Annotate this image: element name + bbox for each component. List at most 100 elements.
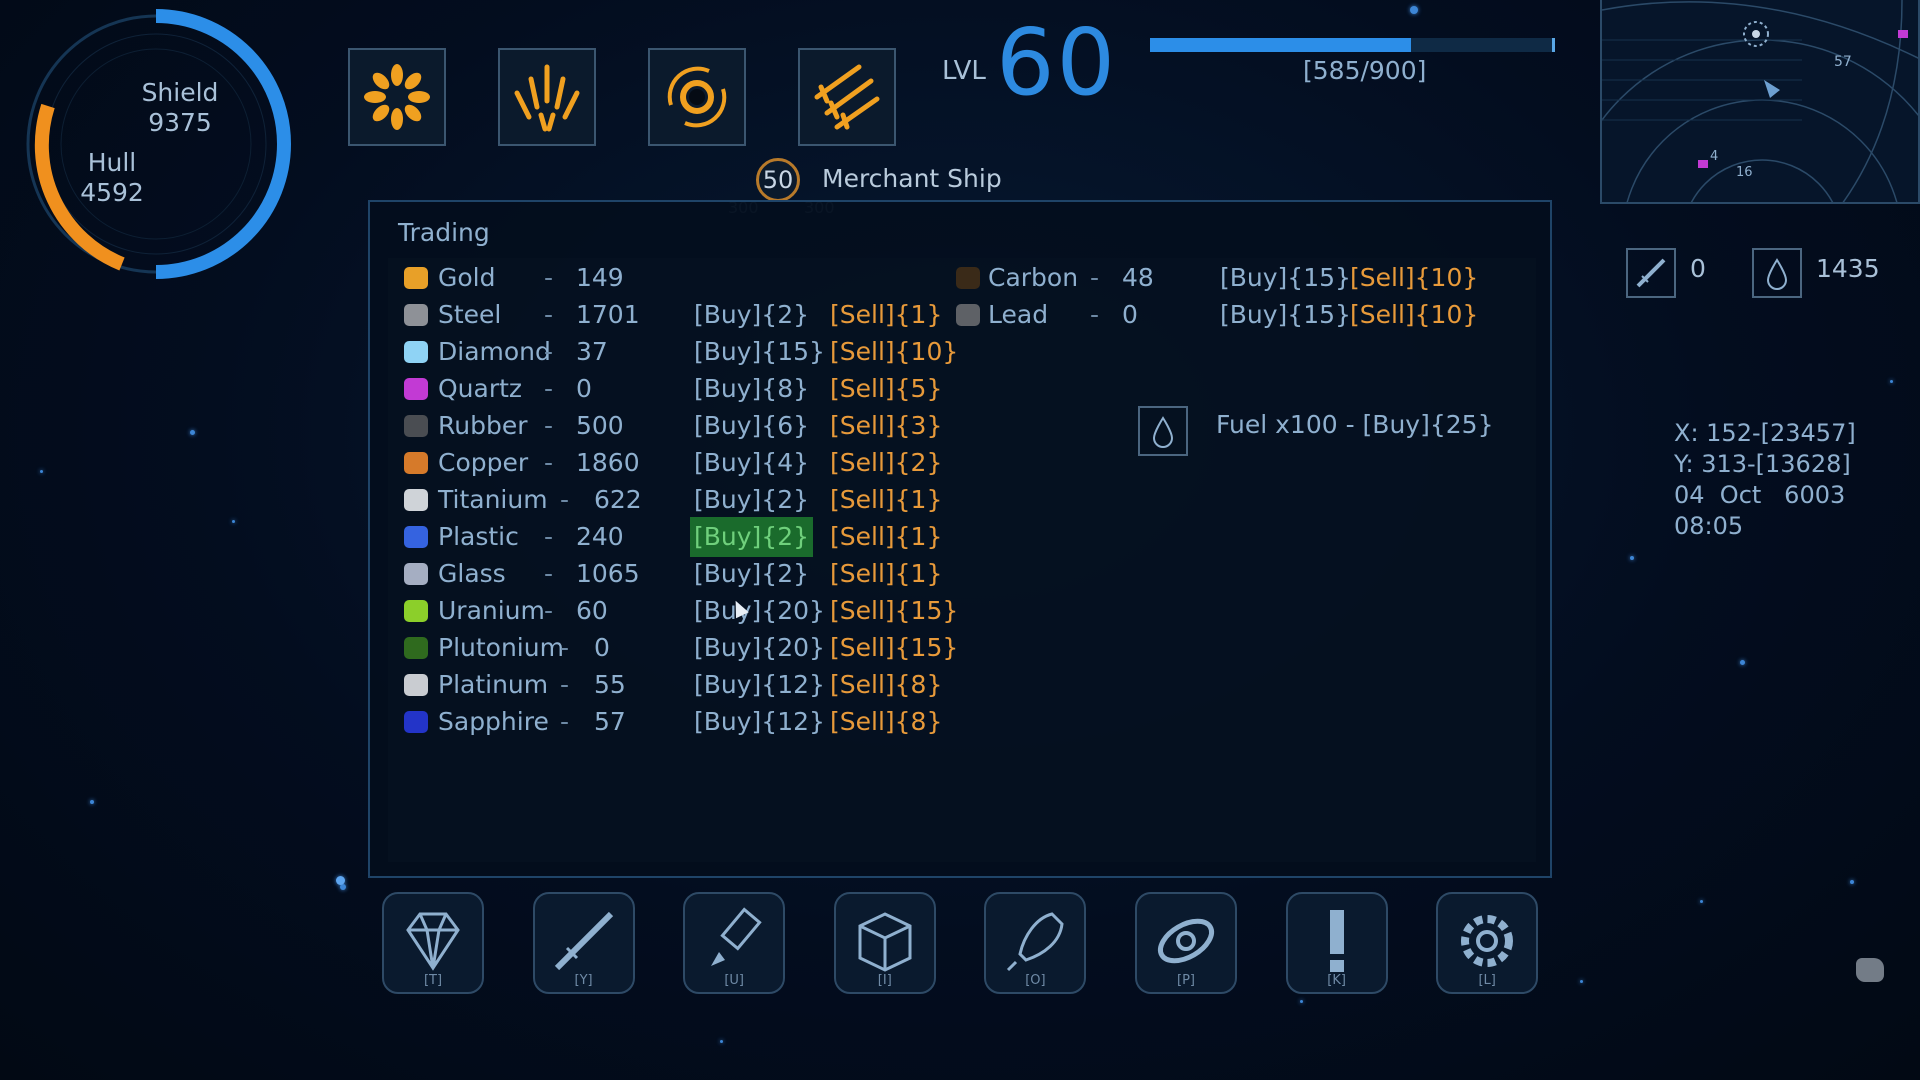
buy-button[interactable]: [Buy]{20} — [690, 628, 829, 668]
minimap[interactable]: 57 4 16 — [1600, 0, 1920, 204]
xp-bar — [1150, 38, 1555, 52]
resource-quantity: 240 — [576, 522, 624, 551]
resource-quantity: 622 — [594, 485, 642, 514]
sell-button[interactable]: [Sell]{10} — [1350, 258, 1478, 298]
sell-button[interactable]: [Sell]{8} — [830, 702, 942, 742]
sell-button[interactable]: [Sell]{1} — [830, 295, 942, 335]
separator: - — [544, 448, 554, 477]
sell-button[interactable]: [Sell]{3} — [830, 406, 942, 446]
resource-quantity: 55 — [594, 670, 626, 699]
fuel-drop-icon — [1138, 406, 1188, 456]
upgrades-button[interactable]: [U] — [683, 892, 786, 994]
separator: - — [544, 300, 554, 329]
resource-quantity: 149 — [576, 263, 624, 292]
lead-icon — [956, 304, 980, 326]
plastic-icon — [404, 526, 428, 548]
trade-row-sapphire: Sapphire -57 [Buy]{12} [Sell]{8} — [388, 702, 948, 742]
fuel-buy-button[interactable]: Fuel x100 - [Buy]{25} — [1216, 410, 1493, 439]
target-level-badge: 50 — [756, 158, 800, 202]
missile-icon — [1626, 248, 1676, 298]
sell-button[interactable]: [Sell]{1} — [830, 517, 942, 557]
xp-text: [585/900] — [1303, 56, 1427, 85]
sell-button[interactable]: [Sell]{2} — [830, 443, 942, 483]
separator: - — [1090, 300, 1100, 329]
resource-quantity: 0 — [594, 633, 610, 662]
vortex-icon — [667, 66, 727, 128]
hotkey-label: [O] — [1025, 973, 1046, 988]
coordinates-readout: X: 152-[23457] Y: 313-[13628] 04 Oct 6003 0… — [1674, 418, 1856, 542]
hotkey-label: [U] — [724, 973, 745, 988]
resource-quantity: 1860 — [576, 448, 640, 477]
resource-name: Gold — [438, 263, 496, 292]
sell-button[interactable]: [Sell]{8} — [830, 665, 942, 705]
sell-button[interactable]: [Sell]{10} — [1350, 295, 1478, 335]
trade-row-glass: Glass -1065 [Buy]{2} [Sell]{1} — [388, 554, 948, 594]
burst-icon — [364, 64, 430, 130]
crate-icon — [858, 912, 912, 972]
buy-button[interactable]: [Buy]{8} — [690, 369, 813, 409]
ability-burst[interactable] — [348, 48, 446, 146]
ability-vortex[interactable] — [648, 48, 746, 146]
resource-name: Steel — [438, 300, 502, 329]
missile-barrage-icon — [814, 64, 880, 130]
buy-button[interactable]: [Buy]{2} — [690, 517, 814, 557]
thruster-icon — [711, 907, 762, 966]
fuel-icon — [1752, 248, 1802, 298]
minimap-label-b: 4 — [1710, 149, 1718, 164]
platinum-icon — [404, 674, 428, 696]
rifle-icon — [554, 911, 613, 971]
buy-button[interactable]: [Buy]{15} — [1216, 258, 1355, 298]
buy-button[interactable]: [Buy]{2} — [690, 295, 813, 335]
separator: - — [560, 707, 570, 736]
sell-button[interactable]: [Sell]{5} — [830, 369, 942, 409]
sell-button[interactable]: [Sell]{1} — [830, 480, 942, 520]
resource-name: Copper — [438, 448, 529, 477]
ships-button[interactable]: [O] — [984, 892, 1087, 994]
buy-button[interactable]: [Buy]{15} — [690, 332, 829, 372]
galaxy-button[interactable]: [P] — [1135, 892, 1237, 994]
trade-row-plastic: Plastic -240 [Buy]{2} [Sell]{1} — [388, 517, 948, 557]
buy-button[interactable]: [Buy]{12} — [690, 665, 829, 705]
game-time: 08:05 — [1674, 512, 1744, 540]
hotkey-label: [T] — [423, 973, 443, 988]
buy-button[interactable]: [Buy]{12} — [690, 702, 829, 742]
shield-hull-gauge: Shield 9375 Hull 4592 — [18, 6, 294, 282]
resource-name: Glass — [438, 559, 506, 588]
quests-button[interactable]: [K] — [1285, 892, 1388, 994]
minimap-radar: 57 4 16 — [1602, 0, 1918, 202]
buy-button[interactable]: [Buy]{4} — [690, 443, 813, 483]
buy-button[interactable]: [Buy]{20} — [690, 591, 829, 631]
resource-name: Titanium — [438, 485, 548, 514]
ability-scatter-shot[interactable] — [498, 48, 596, 146]
buy-button[interactable]: [Buy]{2} — [690, 554, 813, 594]
resource-name: Sapphire — [438, 707, 549, 736]
trade-row-platinum: Platinum -55 [Buy]{12} [Sell]{8} — [388, 665, 948, 705]
buy-button[interactable]: [Buy]{6} — [690, 406, 813, 446]
cargo-button[interactable]: [I] — [833, 892, 936, 994]
hotkey-label: [L] — [1478, 973, 1496, 988]
separator: - — [560, 633, 570, 662]
gold-icon — [404, 267, 428, 289]
sell-button[interactable]: [Sell]{15} — [830, 591, 958, 631]
sell-button[interactable]: [Sell]{15} — [830, 628, 958, 668]
resource-name: Uranium — [438, 596, 545, 625]
gems-button[interactable]: [T] — [382, 892, 484, 994]
settings-button[interactable]: [L] — [1436, 892, 1539, 994]
separator: - — [544, 411, 554, 440]
sell-button[interactable]: [Sell]{1} — [830, 554, 942, 594]
uranium-icon — [404, 600, 428, 622]
resource-name: Plastic — [438, 522, 519, 551]
weapons-button[interactable]: [Y] — [532, 892, 635, 994]
trade-row-steel: Steel -1701 [Buy]{2} [Sell]{1} — [388, 295, 948, 335]
exclamation-icon — [1329, 910, 1344, 972]
buy-button[interactable]: [Buy]{2} — [690, 480, 813, 520]
asteroid-pickup[interactable] — [1856, 958, 1884, 982]
target-name: Merchant Ship — [822, 164, 1002, 193]
resource-name: Platinum — [438, 670, 549, 699]
buy-button[interactable]: [Buy]{15} — [1216, 295, 1355, 335]
resource-name: Diamond — [438, 337, 551, 366]
ability-missile-barrage[interactable] — [798, 48, 896, 146]
resource-quantity: 60 — [576, 596, 608, 625]
trading-list: Gold -149 Steel -1701 [Buy]{2} [Sell]{1} Diamo… — [388, 258, 1536, 862]
sell-button[interactable]: [Sell]{10} — [830, 332, 958, 372]
